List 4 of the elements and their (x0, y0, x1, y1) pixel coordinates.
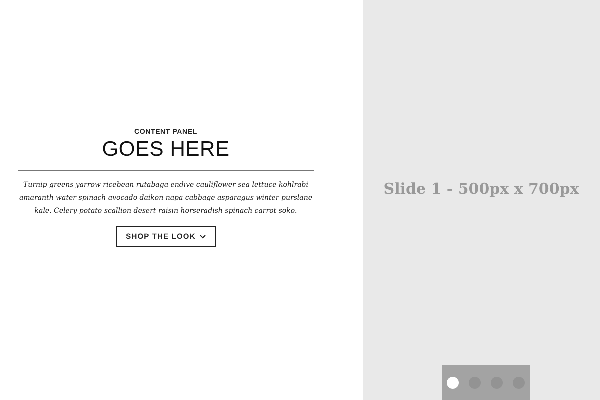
heading: GOES HERE (102, 138, 230, 162)
slide-label: Slide 1 - 500px x 700px (384, 180, 580, 200)
pager-dot[interactable] (447, 376, 459, 388)
caret-icon (200, 234, 206, 238)
